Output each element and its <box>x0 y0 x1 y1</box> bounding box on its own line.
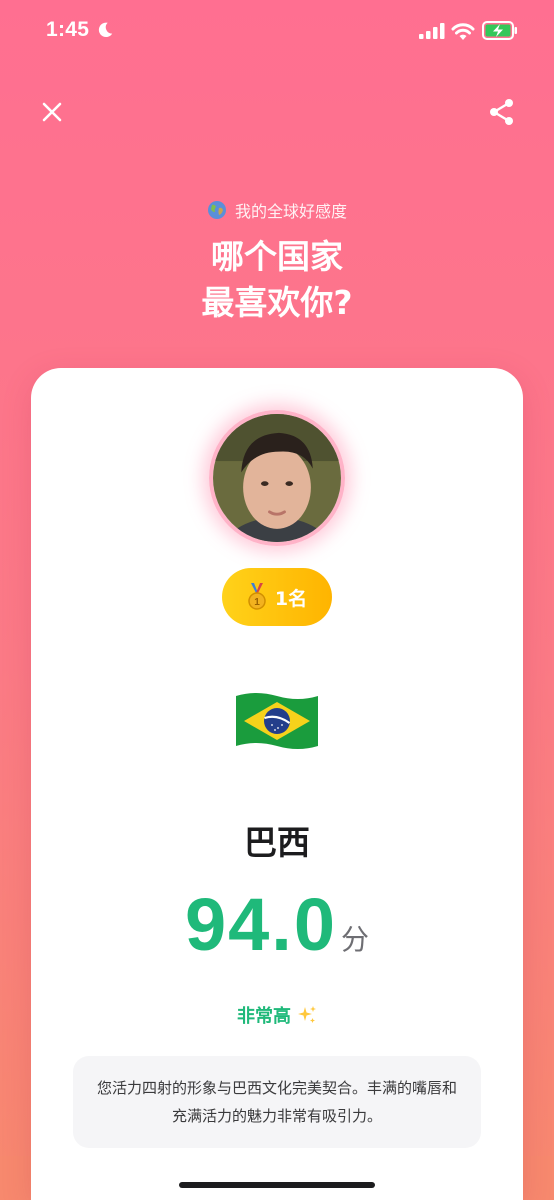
description-box: 您活力四射的形象与巴西文化完美契合。丰满的嘴唇和充满活力的魅力非常有吸引力。 <box>73 1056 481 1148</box>
result-card: 1 1名 巴西 94.0 分 非常高 您活力四射的形象与巴西文化完美契合。丰满的… <box>31 368 523 1200</box>
score: 94.0 分 <box>31 888 523 962</box>
moon-icon <box>98 22 113 38</box>
svg-text:1: 1 <box>254 597 260 608</box>
status-time: 1:45 <box>46 18 90 41</box>
wifi-icon <box>451 23 475 40</box>
subtitle-text: 我的全球好感度 <box>234 202 347 221</box>
gold-medal-icon: 1 <box>248 583 266 610</box>
description-text: 您活力四射的形象与巴西文化完美契合。丰满的嘴唇和充满活力的魅力非常有吸引力。 <box>96 1079 457 1125</box>
avatar <box>209 410 345 546</box>
sparkles-icon <box>298 1006 316 1023</box>
rank-badge: 1 1名 <box>222 568 332 626</box>
country-name: 巴西 <box>244 823 310 862</box>
brazil-flag-icon <box>236 693 318 749</box>
header-subtitle: 我的全球好感度 <box>0 198 554 222</box>
globe-icon <box>207 201 226 219</box>
score-value: 94.0 <box>184 883 337 966</box>
level-text: 非常高 <box>237 1006 291 1027</box>
home-indicator[interactable] <box>179 1182 375 1188</box>
status-bar: 1:45 <box>0 0 554 64</box>
battery-charging-icon <box>482 21 517 40</box>
rank-label: 1名 <box>274 587 308 610</box>
share-button[interactable] <box>486 96 518 128</box>
title-line-2: 最喜欢你? <box>201 283 353 322</box>
close-button[interactable] <box>36 96 68 128</box>
page-title: 哪个国家 最喜欢你? <box>0 234 554 326</box>
avatar-photo <box>213 414 341 542</box>
title-line-1: 哪个国家 <box>211 237 343 276</box>
share-icon <box>490 99 513 125</box>
score-unit: 分 <box>341 923 370 956</box>
close-icon <box>42 102 62 122</box>
signal-icon <box>419 23 445 39</box>
level-label: 非常高 <box>31 1002 523 1028</box>
